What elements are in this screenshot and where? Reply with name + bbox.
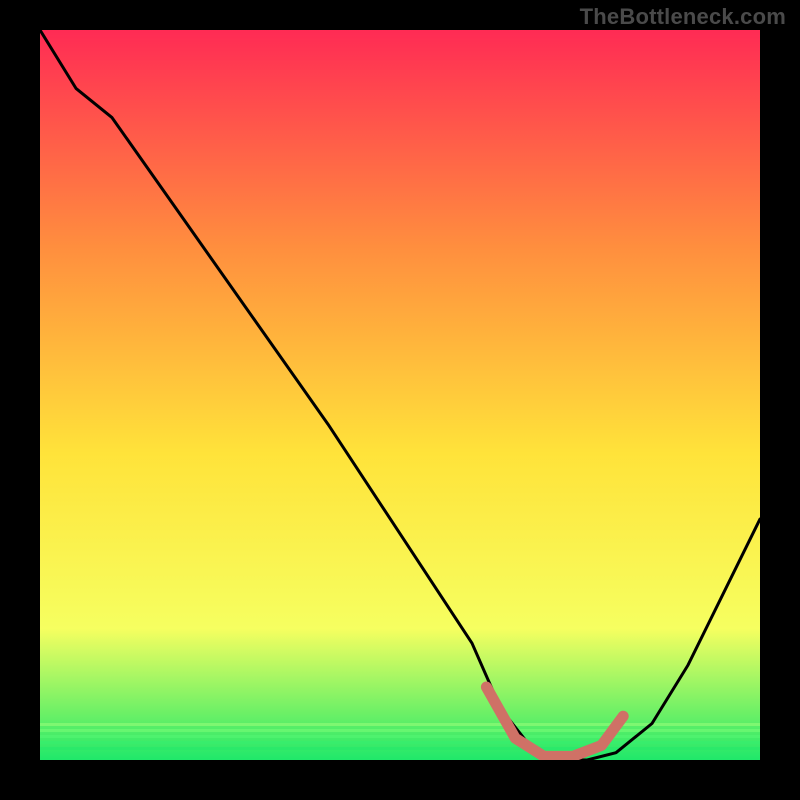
plot-area bbox=[40, 30, 760, 760]
gradient-background bbox=[40, 30, 760, 760]
chart-svg bbox=[40, 30, 760, 760]
chart-container: TheBottleneck.com bbox=[0, 0, 800, 800]
watermark-text: TheBottleneck.com bbox=[580, 4, 786, 30]
